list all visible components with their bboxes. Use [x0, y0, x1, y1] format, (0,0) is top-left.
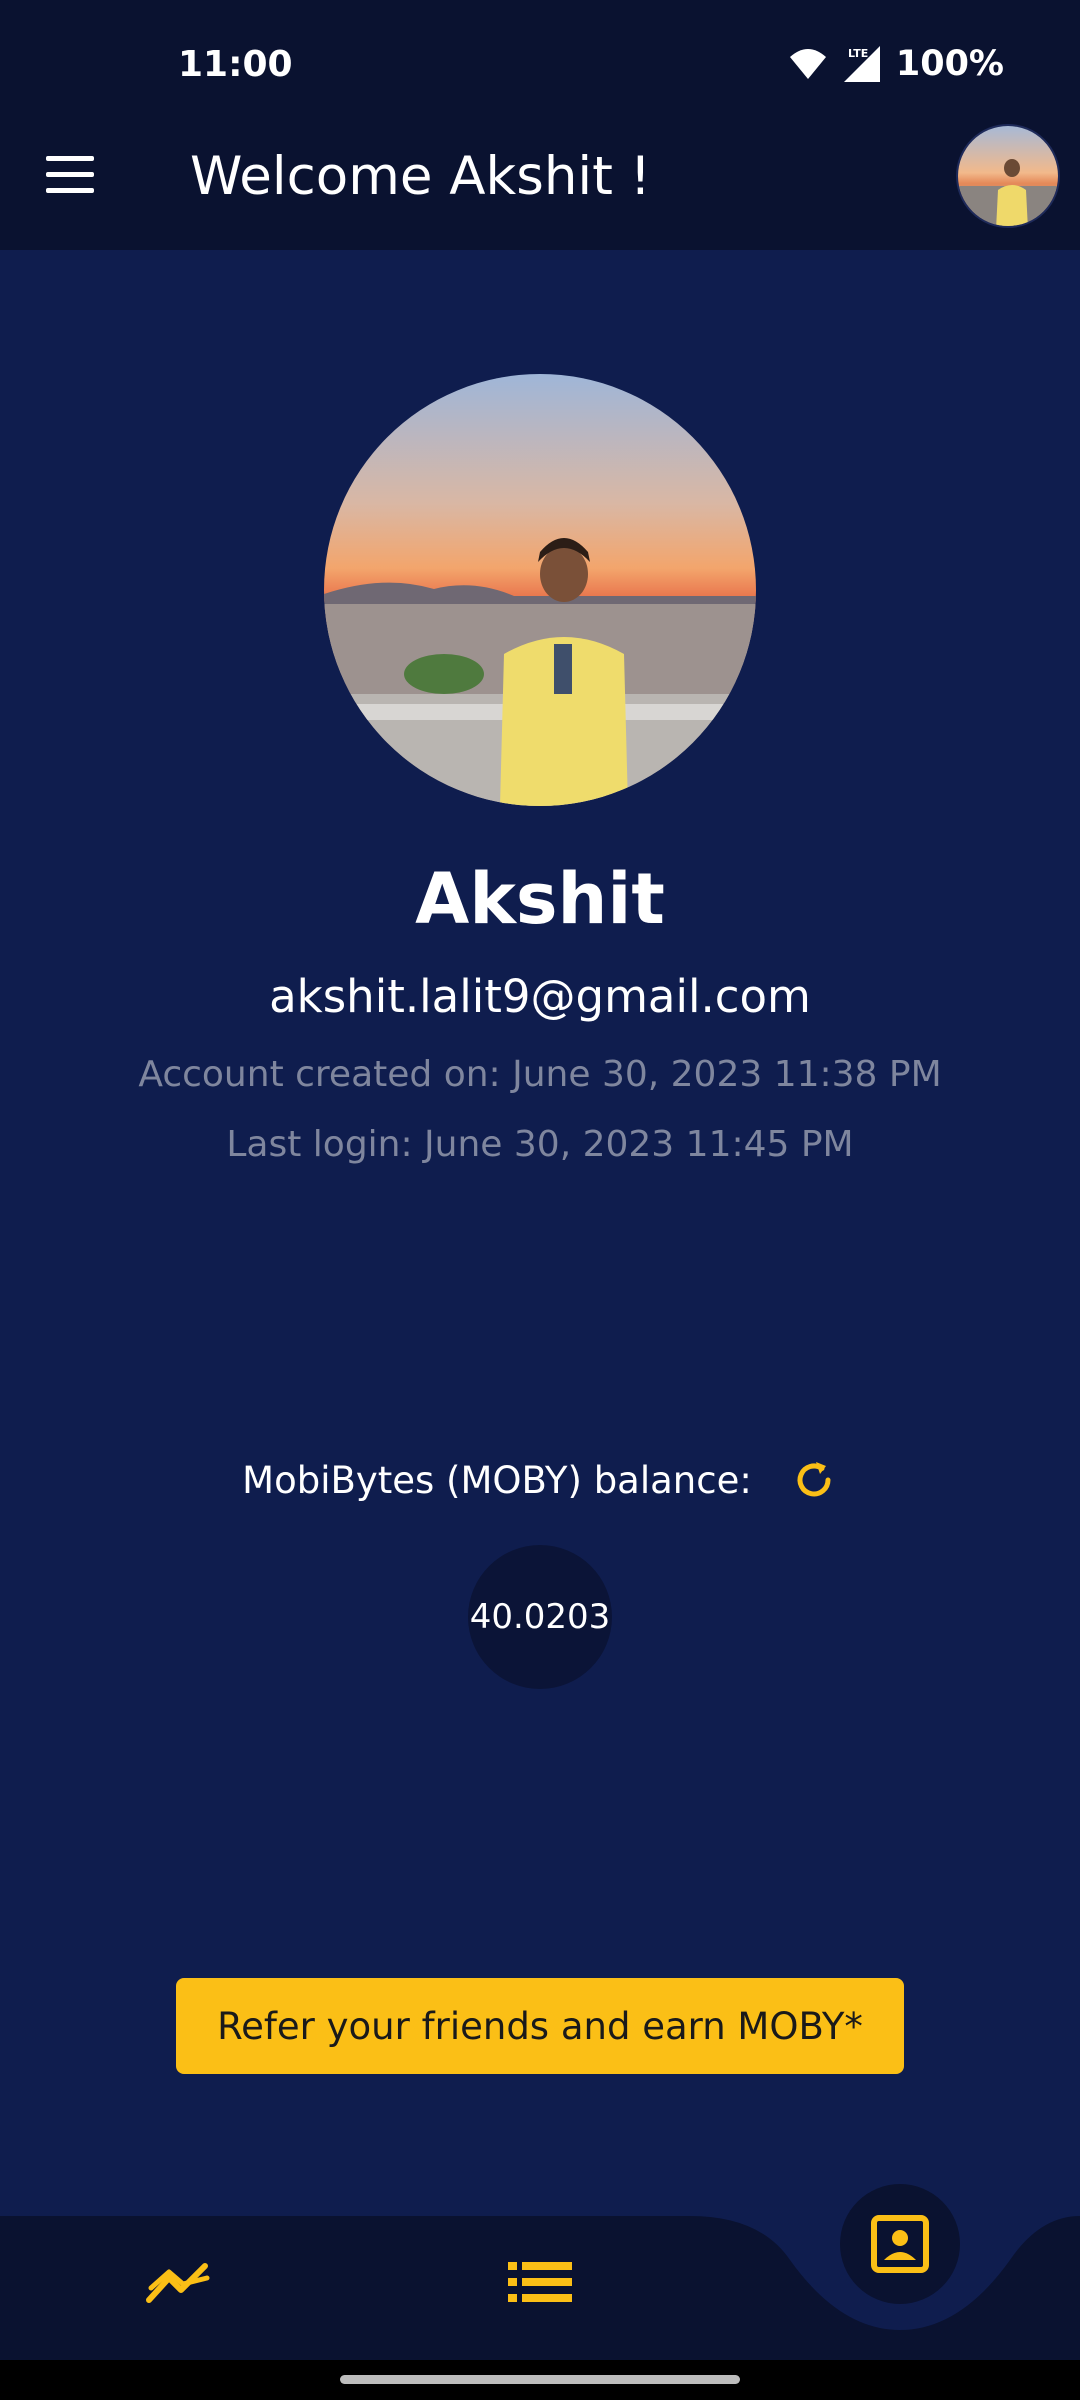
status-icons: LTE 100%: [788, 44, 1004, 84]
header-avatar[interactable]: [956, 124, 1060, 228]
hamburger-menu-icon[interactable]: [46, 156, 98, 198]
balance-label: MobiBytes (MOBY) balance:: [242, 1458, 752, 1502]
balance-row: MobiBytes (MOBY) balance:: [0, 1456, 1080, 1504]
profile-photo: [324, 374, 756, 806]
list-icon[interactable]: [508, 2262, 572, 2306]
account-created-text: Account created on: June 30, 2023 11:38 …: [138, 1054, 942, 1095]
refresh-icon[interactable]: [790, 1456, 838, 1504]
home-indicator[interactable]: [340, 2375, 740, 2384]
profile-email: akshit.lalit9@gmail.com: [269, 970, 811, 1023]
bottom-nav: [0, 2180, 1080, 2360]
signal-icon: LTE: [842, 44, 882, 84]
app-bar: Welcome Akshit !: [0, 104, 1080, 250]
refer-friends-button[interactable]: Refer your friends and earn MOBY*: [176, 1978, 904, 2074]
wifi-icon: [788, 47, 828, 81]
balance-value: 40.0203: [468, 1545, 612, 1689]
svg-text:LTE: LTE: [848, 47, 868, 60]
status-bar: 11:00 LTE 100%: [0, 0, 1080, 104]
status-time: 11:00: [178, 44, 293, 85]
trending-icon[interactable]: [145, 2260, 211, 2308]
battery-level: 100%: [895, 44, 1004, 84]
page-title: Welcome Akshit !: [190, 146, 652, 207]
profile-icon[interactable]: [840, 2184, 960, 2304]
profile-name: Akshit: [415, 858, 665, 940]
last-login-text: Last login: June 30, 2023 11:45 PM: [226, 1124, 854, 1165]
